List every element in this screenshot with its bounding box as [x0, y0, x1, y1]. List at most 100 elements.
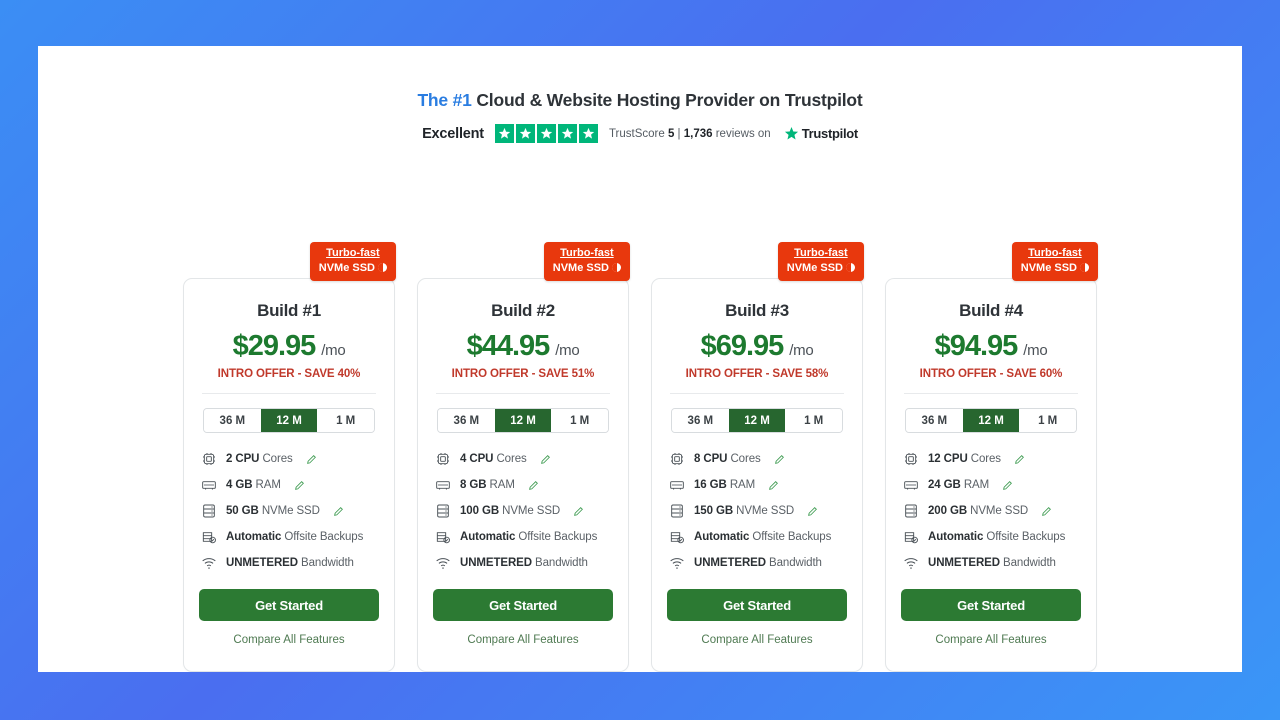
term-selector[interactable]: 36 M 12 M1 M [437, 408, 609, 433]
feature-row: 8 GB RAM [435, 472, 611, 498]
badge-line-1: Turbo-fast [560, 247, 614, 259]
plan-price-row: $44.95/mo [433, 330, 613, 363]
nvme-badge[interactable]: Turbo-fast NVMe SSD [309, 242, 396, 282]
feature-value: Automatic [928, 531, 984, 543]
star-icon [515, 124, 535, 143]
bandwidth-icon [435, 555, 451, 571]
pencil-icon[interactable] [333, 506, 344, 517]
feature-row: 150 GB NVMe SSD [669, 498, 845, 524]
info-icon[interactable] [378, 263, 387, 273]
feature-value: Automatic [226, 531, 282, 543]
pencil-icon[interactable] [1002, 480, 1013, 491]
pencil-icon[interactable] [528, 480, 539, 491]
bandwidth-icon [201, 555, 217, 571]
bandwidth-icon [669, 555, 685, 571]
term-option-1m[interactable]: 1 M [1019, 409, 1076, 432]
plan-price-period: /mo [1023, 342, 1048, 359]
pencil-icon[interactable] [768, 480, 779, 491]
term-option-12m[interactable]: 12 M [962, 409, 1020, 432]
pencil-icon[interactable] [1014, 454, 1025, 465]
backup-icon [201, 529, 217, 545]
trustpilot-brand: Trustpilot [801, 126, 859, 141]
reviews-suffix: reviews on [712, 127, 771, 140]
card-divider [202, 393, 376, 394]
nvme-badge[interactable]: Turbo-fast NVMe SSD [777, 242, 864, 282]
term-option-12m[interactable]: 12 M [494, 409, 552, 432]
pencil-icon[interactable] [306, 454, 317, 465]
term-option-36m[interactable]: 36 M [438, 409, 495, 432]
ssd-icon [903, 503, 919, 519]
compare-all-features-link[interactable]: Compare All Features [901, 634, 1081, 646]
plan-title: Build #4 [959, 301, 1023, 320]
plan-price: $94.95 [934, 330, 1019, 362]
pencil-icon[interactable] [774, 454, 785, 465]
feature-label: Automatic Offsite Backups [226, 531, 364, 543]
get-started-button[interactable]: Get Started [667, 589, 847, 621]
get-started-button[interactable]: Get Started [199, 589, 379, 621]
term-option-1m[interactable]: 1 M [551, 409, 608, 432]
feature-row: Automatic Offsite Backups [435, 524, 611, 550]
feature-value: UNMETERED [928, 557, 1000, 569]
pencil-icon[interactable] [294, 480, 305, 491]
page-title-highlight: The #1 [417, 90, 472, 110]
get-started-button[interactable]: Get Started [901, 589, 1081, 621]
term-option-12m[interactable]: 12 M [728, 409, 786, 432]
feature-value: 4 GB [226, 479, 253, 491]
get-started-button[interactable]: Get Started [433, 589, 613, 621]
card-divider [670, 393, 844, 394]
feature-row: UNMETERED Bandwidth [903, 550, 1079, 576]
feature-label: UNMETERED Bandwidth [928, 557, 1056, 569]
trustpilot-rating-row: Excellent TrustScore 5 | 1,736 reviews o… [38, 124, 1242, 143]
nvme-badge[interactable]: Turbo-fast NVMe SSD [543, 242, 630, 282]
term-selector[interactable]: 36 M 12 M1 M [671, 408, 843, 433]
feature-row: 50 GB NVMe SSD [201, 498, 377, 524]
plan-price-row: $29.95/mo [199, 330, 379, 363]
feature-value: UNMETERED [226, 557, 298, 569]
page-content-area: The #1 Cloud & Website Hosting Provider … [38, 46, 1242, 672]
trustscore-label: TrustScore [608, 127, 668, 140]
info-icon[interactable] [612, 263, 621, 273]
term-option-1m[interactable]: 1 M [785, 409, 842, 432]
trustpilot-logo[interactable]: Trustpilot [784, 126, 858, 141]
plan-price-row: $94.95/mo [901, 330, 1081, 363]
badge-line-2: NVMe SSD [1020, 261, 1077, 274]
plan-price-period: /mo [789, 342, 814, 359]
ssd-icon [435, 503, 451, 519]
pencil-icon[interactable] [573, 506, 584, 517]
badge-line-2: NVMe SSD [552, 261, 609, 274]
pencil-icon[interactable] [1041, 506, 1052, 517]
feature-row: 16 GB RAM [669, 472, 845, 498]
feature-row: 24 GB RAM [903, 472, 1079, 498]
pencil-icon[interactable] [540, 454, 551, 465]
term-option-1m[interactable]: 1 M [317, 409, 374, 432]
compare-all-features-link[interactable]: Compare All Features [433, 634, 613, 646]
term-selector[interactable]: 36 M 12 M1 M [905, 408, 1077, 433]
term-option-36m[interactable]: 36 M [906, 409, 963, 432]
feature-label: 8 CPU Cores [694, 453, 761, 465]
plan-price-period: /mo [321, 342, 346, 359]
feature-value: 8 GB [460, 479, 487, 491]
ssd-icon [201, 503, 217, 519]
trustscore-text: TrustScore 5 | 1,736 reviews on [609, 128, 771, 140]
feature-value: 100 GB [460, 505, 500, 517]
cpu-icon [903, 451, 919, 467]
feature-row: Automatic Offsite Backups [201, 524, 377, 550]
info-icon[interactable] [1080, 263, 1089, 273]
info-icon[interactable] [846, 263, 855, 273]
page-title-rest: Cloud & Website Hosting Provider on Trus… [471, 90, 863, 110]
feature-label: UNMETERED Bandwidth [694, 557, 822, 569]
term-selector[interactable]: 36 M 12 M1 M [203, 408, 375, 433]
plan-title: Build #1 [257, 301, 321, 320]
badge-line-1: Turbo-fast [1028, 247, 1082, 259]
compare-all-features-link[interactable]: Compare All Features [199, 634, 379, 646]
feature-value: 12 CPU [928, 453, 968, 465]
compare-all-features-link[interactable]: Compare All Features [667, 634, 847, 646]
nvme-badge[interactable]: Turbo-fast NVMe SSD [1011, 242, 1098, 282]
term-option-36m[interactable]: 36 M [672, 409, 729, 432]
term-option-36m[interactable]: 36 M [204, 409, 261, 432]
feature-row: 4 GB RAM [201, 472, 377, 498]
feature-value: 2 CPU [226, 453, 260, 465]
term-option-12m[interactable]: 12 M [260, 409, 318, 432]
cpu-icon [435, 451, 451, 467]
pencil-icon[interactable] [807, 506, 818, 517]
